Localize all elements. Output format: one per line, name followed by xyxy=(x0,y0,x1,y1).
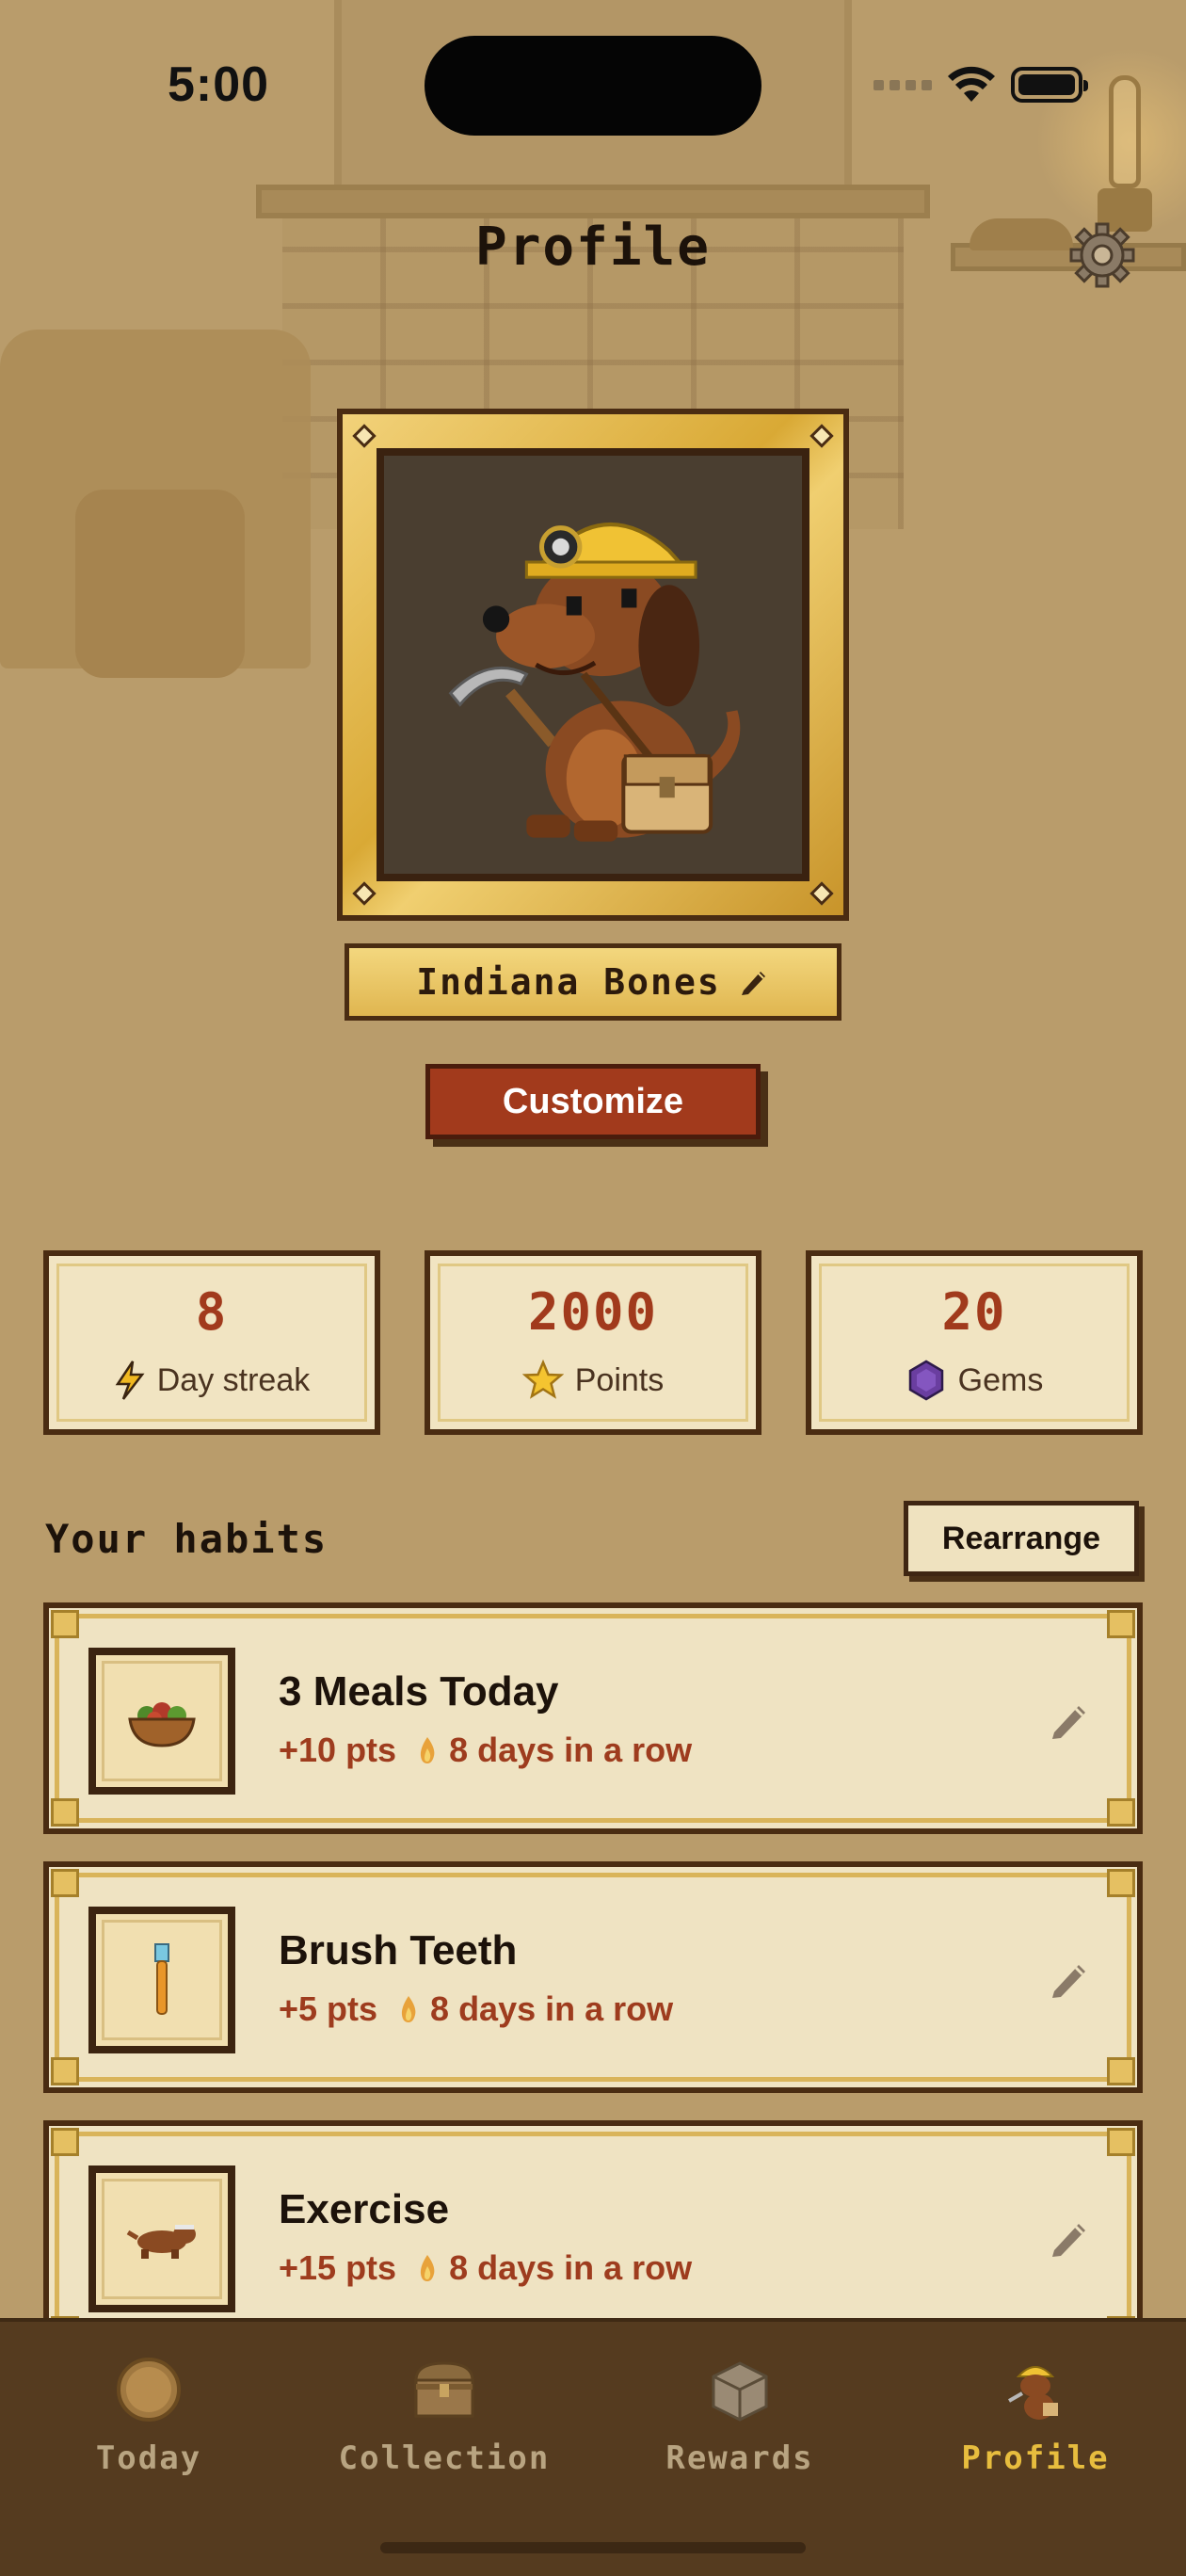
habit-name: 3 Meals Today xyxy=(279,1668,559,1715)
pencil-icon[interactable] xyxy=(1047,2213,1094,2260)
tab-today[interactable]: Today xyxy=(8,2356,290,2477)
dynamic-island xyxy=(425,36,761,136)
habit-streak: 8 days in a row xyxy=(449,2248,693,2287)
stat-label: Points xyxy=(574,1361,665,1398)
tab-collection[interactable]: Collection xyxy=(303,2356,585,2477)
flame-icon xyxy=(420,2255,435,2281)
stat-value: 8 xyxy=(195,1282,229,1342)
cellular-icon xyxy=(873,79,932,90)
status-icons xyxy=(873,66,1088,104)
habit-points: +15 pts xyxy=(279,2248,397,2287)
pet-name: Indiana Bones xyxy=(416,961,721,1003)
running-dog-icon xyxy=(126,2225,196,2259)
tab-profile[interactable]: Profile xyxy=(894,2356,1177,2477)
stat-label: Day streak xyxy=(156,1361,311,1398)
habit-points: +10 pts xyxy=(279,1731,397,1769)
stat-card-day-streak: 8 Day streak xyxy=(43,1250,380,1435)
tab-label: Profile xyxy=(961,2439,1110,2477)
battery-icon xyxy=(1011,67,1088,103)
tab-label: Collection xyxy=(338,2439,551,2477)
chest-icon xyxy=(414,2361,474,2418)
dog-miner-icon xyxy=(1008,2366,1058,2420)
home-indicator xyxy=(380,2542,806,2553)
pencil-icon[interactable] xyxy=(1047,1954,1094,2001)
status-time: 5:00 xyxy=(168,57,270,112)
habit-name: Exercise xyxy=(279,2186,450,2232)
stat-card-gems: 20 Gems xyxy=(806,1250,1143,1435)
stat-value: 2000 xyxy=(527,1282,659,1342)
habit-card[interactable]: Brush Teeth +5 pts 8 days in a row xyxy=(43,1861,1143,2093)
star-icon xyxy=(521,1360,564,1399)
habit-icon-box xyxy=(88,1907,235,2053)
armchair-arm xyxy=(75,490,245,678)
crate-icon xyxy=(712,2361,768,2422)
salad-bowl-icon xyxy=(128,1702,196,1747)
habit-points: +5 pts xyxy=(279,1989,378,2028)
flame-icon xyxy=(420,1737,435,1763)
stat-card-points: 2000 Points xyxy=(425,1250,761,1435)
gear-icon[interactable] xyxy=(1069,222,1135,288)
pet-portrait-frame xyxy=(337,409,849,921)
pet-name-plate[interactable]: Indiana Bones xyxy=(345,943,841,1021)
tab-rewards[interactable]: Rewards xyxy=(599,2356,881,2477)
flame-icon xyxy=(401,1996,416,2022)
tab-label: Rewards xyxy=(665,2439,814,2477)
section-title-habits: Your habits xyxy=(45,1516,329,1562)
rearrange-button[interactable]: Rearrange xyxy=(904,1501,1139,1576)
pencil-icon[interactable] xyxy=(1047,1695,1094,1742)
wifi-icon xyxy=(948,66,995,102)
tab-bar: Today Collection Rewards Profile xyxy=(0,2318,1186,2576)
habit-icon-box xyxy=(88,2165,235,2312)
toothbrush-icon xyxy=(154,1943,169,2015)
dachshund-miner-avatar xyxy=(448,522,741,842)
habit-streak: 8 days in a row xyxy=(449,1731,693,1769)
coin-icon xyxy=(117,2358,181,2422)
habit-icon-box xyxy=(88,1648,235,1795)
habit-streak: 8 days in a row xyxy=(430,1989,674,2028)
lightning-icon xyxy=(115,1360,145,1400)
habit-name: Brush Teeth xyxy=(279,1927,518,1973)
pencil-icon xyxy=(741,972,765,995)
page-title: Profile xyxy=(474,217,711,278)
gem-icon xyxy=(908,1360,943,1401)
mantel xyxy=(256,185,930,218)
habit-card[interactable]: 3 Meals Today +10 pts 8 days in a row xyxy=(43,1602,1143,1834)
tab-label: Today xyxy=(95,2439,202,2477)
stat-label: Gems xyxy=(957,1361,1044,1398)
stat-value: 20 xyxy=(941,1282,1007,1342)
customize-button[interactable]: Customize xyxy=(425,1064,761,1139)
